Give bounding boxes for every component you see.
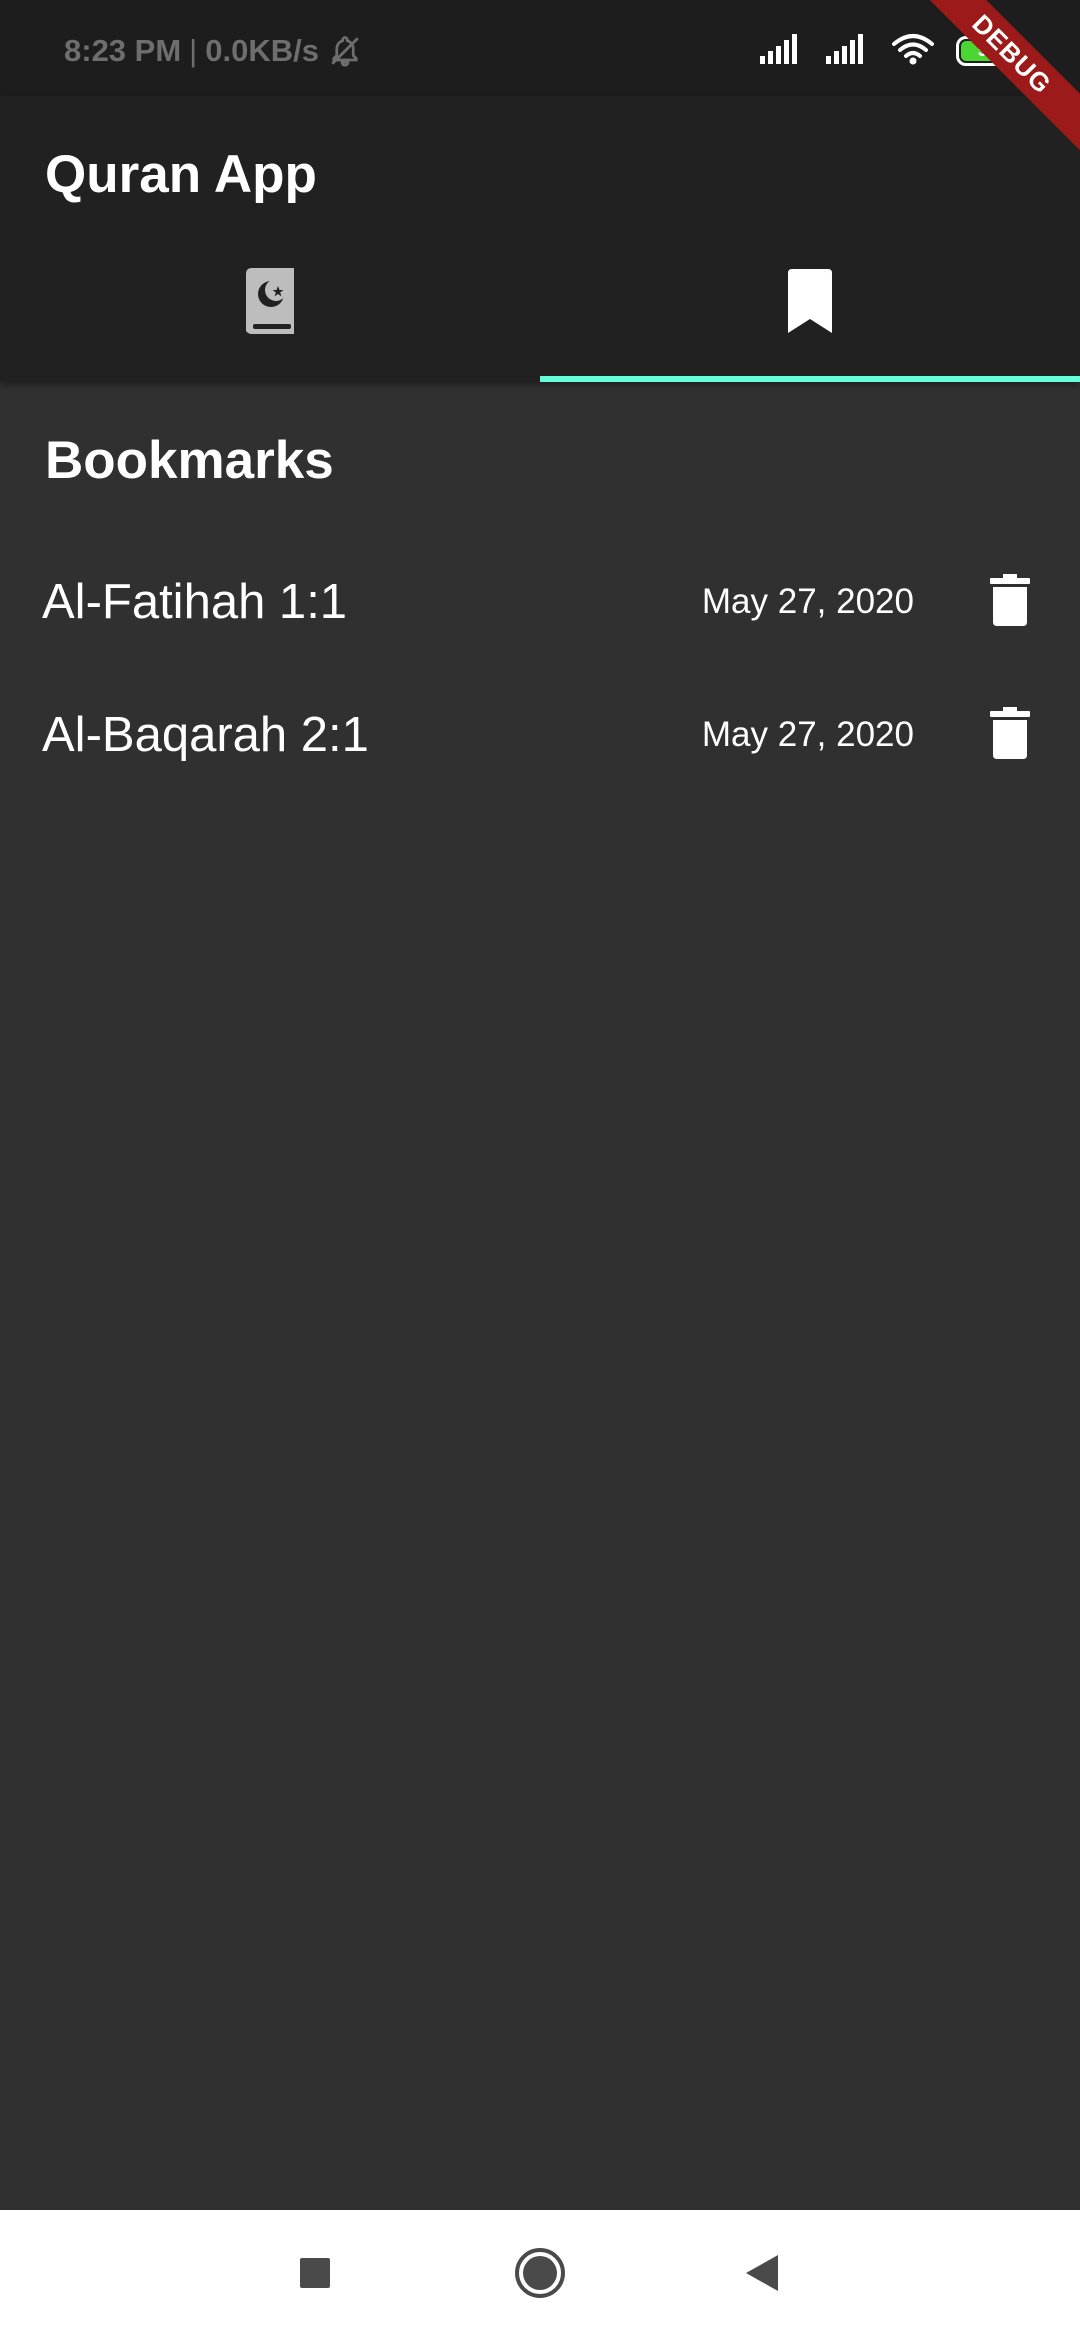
tab-bookmarks[interactable] — [540, 224, 1080, 382]
delete-button[interactable] — [970, 562, 1050, 642]
status-bar: 8:23 PM | 0.0KB/s 98 — [0, 0, 1080, 96]
bookmark-title: Al-Baqarah 2:1 — [42, 708, 369, 762]
list-item[interactable]: Al-Baqarah 2:1 May 27, 2020 — [0, 675, 1080, 795]
trash-icon — [990, 573, 1030, 631]
status-time: 8:23 PM — [64, 33, 182, 68]
app-title: Quran App — [45, 145, 317, 204]
tab-quran[interactable] — [0, 224, 540, 382]
tab-bar — [0, 224, 1080, 382]
recents-square-icon — [299, 2257, 331, 2294]
recents-button[interactable] — [250, 2210, 380, 2340]
home-circle-icon — [514, 2247, 566, 2304]
bookmarks-page: Bookmarks Al-Fatihah 1:1 May 27, 2020 Al… — [0, 382, 1080, 2210]
wifi-icon — [892, 33, 934, 70]
quran-book-icon — [240, 266, 300, 341]
delete-button[interactable] — [970, 695, 1050, 775]
network-speed: 0.0KB/s — [205, 33, 319, 68]
back-triangle-icon — [744, 2253, 780, 2298]
battery-icon: 98 — [956, 36, 1025, 66]
status-right: 98 — [760, 28, 1025, 74]
bookmark-icon — [784, 267, 836, 340]
list-item[interactable]: Al-Fatihah 1:1 May 27, 2020 — [0, 542, 1080, 662]
signal-icon — [760, 33, 804, 69]
screen: 8:23 PM | 0.0KB/s 98 Quran App Bookmarks… — [0, 0, 1080, 2340]
bookmark-date: May 27, 2020 — [701, 582, 914, 621]
app-bar: Quran App — [0, 96, 1080, 382]
home-button[interactable] — [475, 2210, 605, 2340]
bookmark-title: Al-Fatihah 1:1 — [42, 575, 348, 629]
system-nav-bar — [0, 2210, 1080, 2340]
back-button[interactable] — [697, 2210, 827, 2340]
signal-icon — [826, 33, 870, 69]
bell-off-icon — [327, 33, 363, 69]
trash-icon — [990, 706, 1030, 764]
battery-tip — [1020, 47, 1025, 57]
status-left: 8:23 PM | 0.0KB/s — [64, 28, 363, 74]
bookmark-date: May 27, 2020 — [701, 715, 914, 754]
bookmarks-title: Bookmarks — [45, 431, 334, 490]
battery-level: 98 — [977, 40, 999, 61]
status-separator: | — [189, 33, 198, 68]
